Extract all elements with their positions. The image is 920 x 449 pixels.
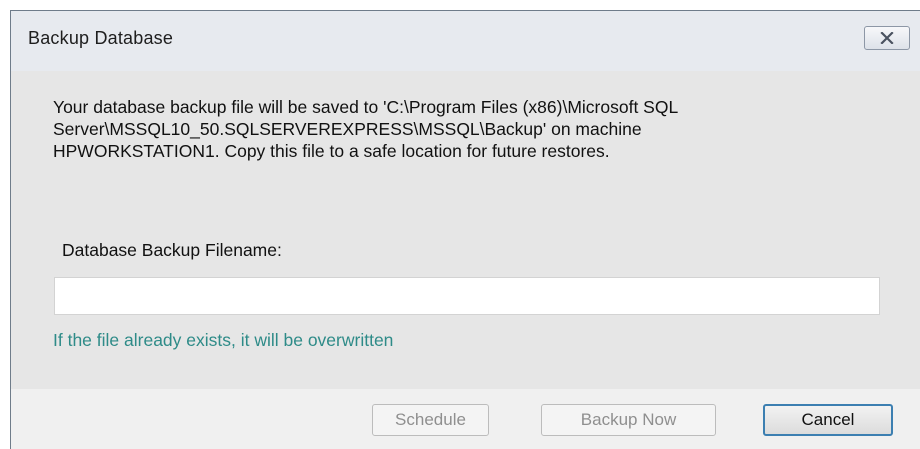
- dialog-content: Your database backup file will be saved …: [11, 71, 920, 389]
- backup-now-button[interactable]: Backup Now: [541, 404, 716, 436]
- filename-label: Database Backup Filename:: [62, 240, 282, 260]
- overwrite-hint: If the file already exists, it will be o…: [53, 330, 394, 350]
- backup-location-message: Your database backup file will be saved …: [53, 96, 873, 162]
- backup-filename-input[interactable]: [54, 277, 880, 315]
- close-x-icon: [880, 32, 894, 44]
- backup-database-dialog: Backup Database Your database backup fil…: [10, 10, 920, 449]
- title-bar[interactable]: Backup Database: [11, 11, 920, 71]
- close-button[interactable]: [864, 26, 910, 50]
- message-line: HPWORKSTATION1. Copy this file to a safe…: [53, 141, 610, 161]
- message-line: Server\MSSQL10_50.SQLSERVEREXPRESS\MSSQL…: [53, 119, 642, 139]
- message-line: Your database backup file will be saved …: [53, 97, 679, 117]
- cancel-button[interactable]: Cancel: [763, 404, 893, 436]
- schedule-button[interactable]: Schedule: [372, 404, 489, 436]
- dialog-title: Backup Database: [28, 28, 174, 48]
- button-bar: Schedule Backup Now Cancel: [11, 389, 920, 449]
